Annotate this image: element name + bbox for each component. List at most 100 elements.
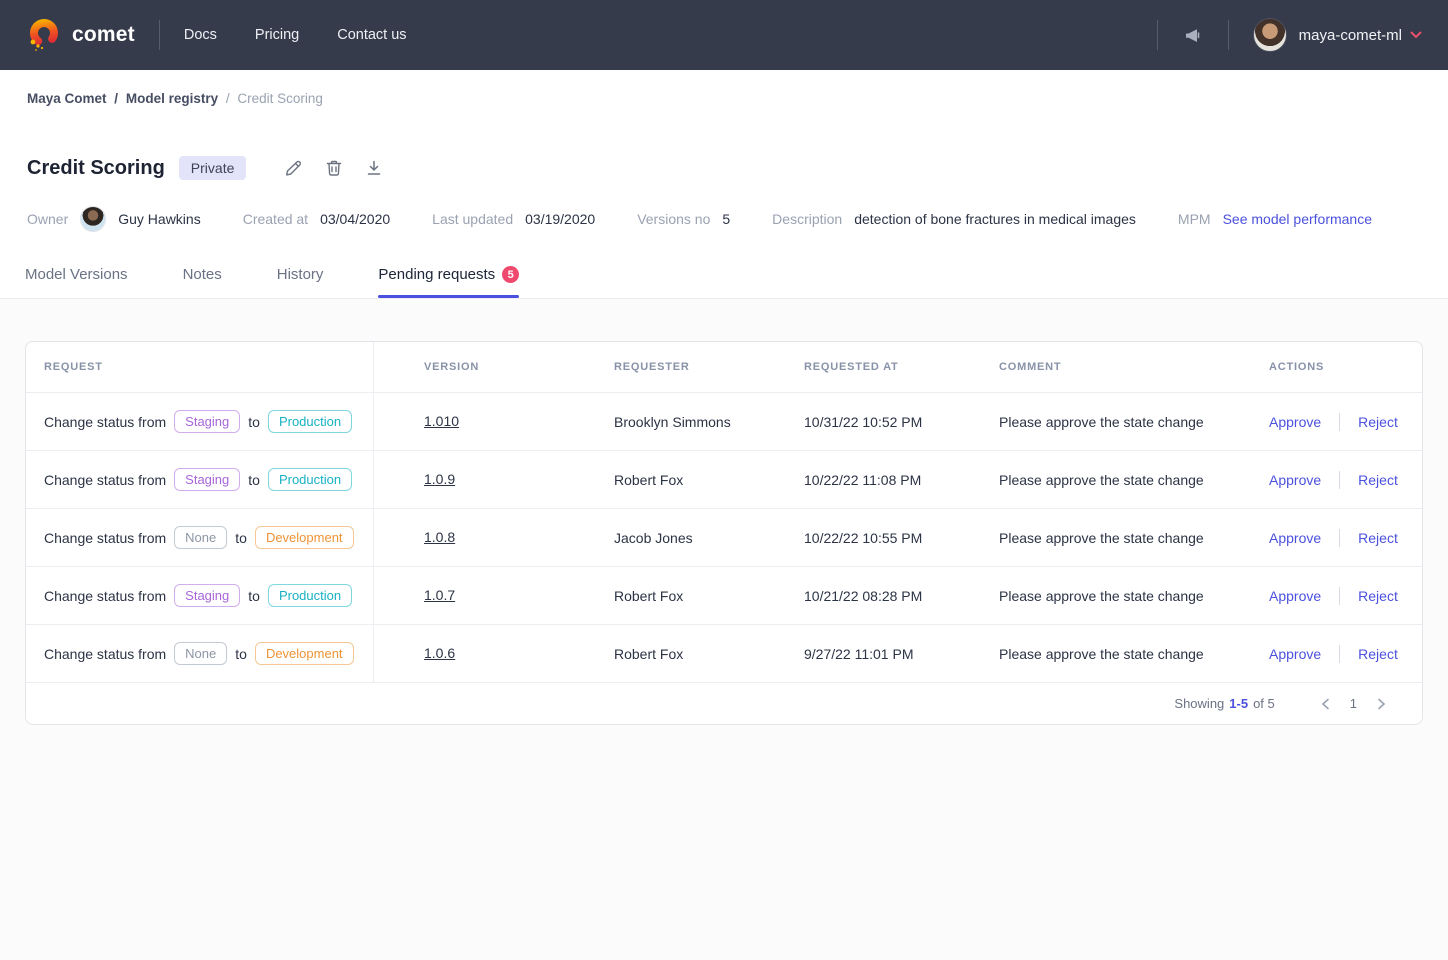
reject-button[interactable]: Reject [1358,472,1398,488]
request-to-text: to [235,646,247,662]
request-comment: Please approve the state change [949,588,1219,604]
version-link[interactable]: 1.0.8 [424,529,455,545]
request-to-text: to [248,588,260,604]
reject-button[interactable]: Reject [1358,588,1398,604]
comet-logo-icon [26,17,62,53]
tab-pending-requests[interactable]: Pending requests 5 [378,258,519,298]
request-comment: Please approve the state change [949,472,1219,488]
version-link[interactable]: 1.0.9 [424,471,455,487]
approve-button[interactable]: Approve [1269,646,1321,662]
table-row: Change status from Staging to Production… [26,392,1422,450]
updated-value: 03/19/2020 [525,211,595,227]
request-text: Change status from [44,646,166,662]
request-text: Change status from [44,414,166,430]
showing-of: of 5 [1253,696,1275,711]
tab-pending-requests-label: Pending requests [378,266,495,283]
visibility-badge: Private [179,156,247,180]
col-header-actions: ACTIONS [1219,361,1422,373]
requester-name: Jacob Jones [564,530,754,546]
tab-bar: Model Versions Notes History Pending req… [0,258,1448,298]
reject-button[interactable]: Reject [1358,646,1398,662]
version-link[interactable]: 1.0.6 [424,645,455,661]
actions-divider [1339,587,1340,605]
approve-button[interactable]: Approve [1269,414,1321,430]
status-badge-from: None [174,526,227,549]
created-value: 03/04/2020 [320,211,390,227]
created-label: Created at [243,211,308,227]
actions-divider [1339,413,1340,431]
breadcrumb-workspace[interactable]: Maya Comet [27,91,107,106]
delete-icon[interactable] [325,159,343,178]
breadcrumb-current: Credit Scoring [237,91,323,106]
title-row: Credit Scoring Private [27,156,1448,180]
nav-link-docs[interactable]: Docs [184,27,217,43]
page-next-icon[interactable] [1377,698,1386,710]
reject-button[interactable]: Reject [1358,414,1398,430]
nav-link-contact[interactable]: Contact us [337,27,406,43]
showing-label: Showing [1174,696,1224,711]
status-badge-from: Staging [174,410,240,433]
request-text: Change status from [44,530,166,546]
actions-divider [1339,645,1340,663]
chevron-down-icon [1410,31,1422,39]
announcements-icon[interactable] [1182,24,1204,46]
download-icon[interactable] [365,159,383,177]
edit-icon[interactable] [284,159,303,178]
owner-avatar [80,206,106,232]
pagination: 1 [1321,696,1386,711]
model-performance-link[interactable]: See model performance [1223,211,1372,227]
owner-label: Owner [27,211,68,227]
col-header-requested-at: REQUESTED AT [754,361,949,373]
nav-links: Docs Pricing Contact us [184,27,407,43]
pending-count-badge: 5 [502,266,519,283]
breadcrumb-registry[interactable]: Model registry [126,91,218,106]
request-comment: Please approve the state change [949,530,1219,546]
table-row: Change status from None to Development 1… [26,508,1422,566]
user-menu[interactable]: maya-comet-ml [1253,18,1422,52]
updated-label: Last updated [432,211,513,227]
user-avatar [1253,18,1287,52]
breadcrumb-separator: / [114,91,118,106]
table-row: Change status from Staging to Production… [26,450,1422,508]
mpm-label: MPM [1178,211,1211,227]
content-area: REQUEST VERSION REQUESTER REQUESTED AT C… [0,299,1448,960]
nav-divider [1157,20,1158,50]
requested-at: 10/21/22 08:28 PM [754,588,949,604]
description-value: detection of bone fractures in medical i… [854,211,1136,227]
nav-link-pricing[interactable]: Pricing [255,27,299,43]
approve-button[interactable]: Approve [1269,472,1321,488]
status-badge-from: Staging [174,468,240,491]
page-header: Maya Comet / Model registry / Credit Sco… [0,70,1448,299]
breadcrumb-separator: / [226,91,230,106]
showing-summary: Showing 1-5 of 5 [1174,696,1274,711]
approve-button[interactable]: Approve [1269,530,1321,546]
version-link[interactable]: 1.0.7 [424,587,455,603]
tab-history[interactable]: History [277,258,324,298]
actions-divider [1339,529,1340,547]
reject-button[interactable]: Reject [1358,530,1398,546]
tab-notes[interactable]: Notes [183,258,222,298]
table-footer: Showing 1-5 of 5 1 [26,682,1422,724]
table-row: Change status from None to Development 1… [26,624,1422,682]
nav-divider [159,20,160,50]
user-name: maya-comet-ml [1299,27,1402,44]
status-badge-from: Staging [174,584,240,607]
version-link[interactable]: 1.010 [424,413,459,429]
requester-name: Brooklyn Simmons [564,414,754,430]
nav-divider [1228,20,1229,50]
tab-model-versions[interactable]: Model Versions [25,258,128,298]
approve-button[interactable]: Approve [1269,588,1321,604]
status-badge-to: Development [255,642,354,665]
versions-label: Versions no [637,211,710,227]
page-number[interactable]: 1 [1350,696,1357,711]
status-badge-to: Production [268,468,352,491]
status-badge-to: Production [268,410,352,433]
comet-logo[interactable]: comet [26,17,135,53]
breadcrumb: Maya Comet / Model registry / Credit Sco… [0,70,1448,106]
requested-at: 10/22/22 11:08 PM [754,472,949,488]
requester-name: Robert Fox [564,472,754,488]
request-to-text: to [248,472,260,488]
requested-at: 9/27/22 11:01 PM [754,646,949,662]
requested-at: 10/31/22 10:52 PM [754,414,949,430]
page-prev-icon[interactable] [1321,698,1330,710]
